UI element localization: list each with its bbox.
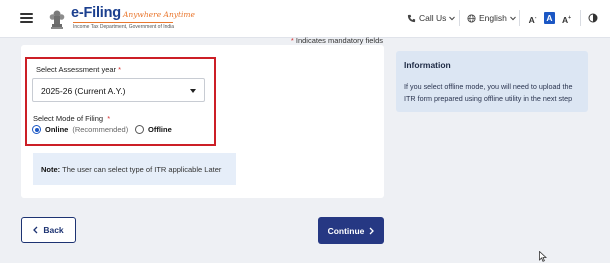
continue-button-label: Continue — [327, 225, 365, 236]
mouse-pointer-icon — [539, 251, 547, 262]
font-decrease-button[interactable]: A- — [527, 12, 538, 25]
call-us-dropdown[interactable]: Call Us — [407, 13, 456, 23]
site-logo[interactable]: e-Filing Anywhere Anytime — [71, 4, 195, 22]
back-button[interactable]: Back — [21, 217, 76, 243]
radio-offline-label: Offline — [148, 125, 172, 134]
chevron-down-icon — [449, 16, 456, 20]
assessment-year-label-text: Select Assessment year — [36, 65, 117, 74]
back-button-label: Back — [43, 225, 64, 235]
filing-mode-label-text: Select Mode of Filing — [33, 114, 104, 123]
note-box: Note: The user can select type of ITR ap… — [33, 153, 236, 185]
assessment-year-label: Select Assessment year * — [36, 65, 122, 74]
assessment-year-select[interactable]: 2025-26 (Current A.Y.) — [32, 78, 205, 102]
call-us-label: Call Us — [419, 13, 447, 23]
chevron-down-icon — [510, 16, 516, 20]
logo-subtitle: Income Tax Department, Government of Ind… — [73, 22, 175, 30]
contrast-icon[interactable] — [588, 13, 598, 23]
selection-highlight-box: Select Assessment year * 2025-26 (Curren… — [25, 57, 216, 146]
header-divider — [519, 10, 520, 26]
hamburger-icon[interactable] — [20, 13, 33, 23]
top-header: e-Filing Anywhere Anytime Income Tax Depa… — [0, 0, 610, 38]
mandatory-note-text: Indicates mandatory fields — [295, 36, 383, 45]
filing-mode-label: Select Mode of Filing * — [33, 114, 111, 123]
information-title: Information — [404, 60, 451, 70]
logo-tagline: Anywhere Anytime — [122, 10, 195, 19]
chevron-left-icon — [33, 226, 38, 234]
logo-title: e-Filing — [71, 5, 121, 21]
globe-icon — [467, 13, 476, 23]
information-body: If you select offline mode, you will nee… — [404, 82, 573, 103]
radio-online-label: Online — [45, 125, 69, 134]
assessment-year-value: 2025-26 (Current A.Y.) — [41, 86, 126, 96]
radio-online-indicator[interactable] — [32, 125, 41, 134]
radio-online[interactable]: Online (Recommended) — [32, 125, 128, 134]
language-dropdown[interactable]: English — [467, 13, 516, 23]
continue-button[interactable]: Continue — [318, 217, 384, 244]
note-message: The user can select type of ITR applicab… — [60, 165, 222, 174]
information-panel: Information If you select offline mode, … — [396, 51, 588, 112]
emblem-icon — [49, 10, 65, 29]
header-divider — [459, 10, 460, 26]
font-increase-button[interactable]: A+ — [561, 12, 572, 25]
header-divider — [580, 10, 581, 26]
radio-offline-indicator[interactable] — [135, 125, 144, 134]
phone-icon — [407, 14, 416, 22]
radio-online-hint: (Recommended) — [72, 125, 129, 134]
caret-down-icon — [190, 89, 196, 93]
note-text: Note: The user can select type of ITR ap… — [41, 165, 221, 174]
radio-offline[interactable]: Offline — [135, 125, 172, 134]
font-normal-button[interactable]: A — [544, 12, 555, 24]
chevron-right-icon — [369, 227, 375, 234]
language-label: English — [479, 13, 507, 23]
font-normal-label: A — [546, 13, 553, 23]
filing-form-card: * Indicates mandatory fields Select Asse… — [21, 36, 384, 198]
note-label: Note: — [41, 165, 61, 174]
mandatory-fields-note: * Indicates mandatory fields — [290, 36, 383, 45]
